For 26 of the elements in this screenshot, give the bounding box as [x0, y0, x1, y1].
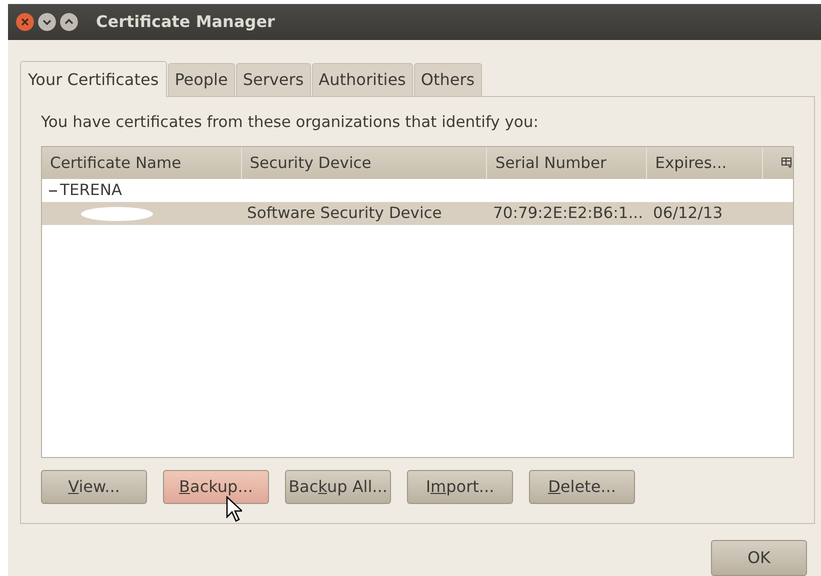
table-cell-text: 70:79:2E:E2:B6:1...	[492, 203, 644, 224]
mouse-cursor-icon	[226, 496, 242, 522]
tab[interactable]: People	[168, 63, 235, 96]
action-button[interactable]: Backup All...	[285, 470, 391, 504]
table-cell-text: 06/12/13	[652, 203, 724, 224]
ok-button[interactable]: OK	[711, 540, 807, 576]
intro-text: You have certificates from these organizations that identify you:	[41, 112, 540, 133]
column-header[interactable]: Serial Number	[487, 147, 648, 180]
group-name: TERENA	[60, 180, 122, 202]
column-header[interactable]: Expires...	[647, 147, 763, 180]
action-button[interactable]: Import...	[407, 470, 513, 504]
tab[interactable]: Others	[414, 63, 482, 96]
column-header[interactable]: Certificate Name	[42, 147, 242, 180]
minimize-icon[interactable]	[38, 13, 56, 31]
table-row[interactable]: Software Security Device 70:79:2E:E2:B6:1... 06/12/13	[42, 202, 793, 226]
action-button[interactable]: Delete...	[529, 470, 635, 504]
maximize-icon[interactable]	[60, 13, 78, 31]
tab[interactable]: Authorities	[312, 63, 413, 96]
close-icon[interactable]	[16, 13, 34, 31]
tab[interactable]: Servers	[236, 63, 311, 96]
action-button[interactable]: View...	[41, 470, 147, 504]
column-header[interactable]: Security Device	[242, 147, 488, 180]
action-button[interactable]: Backup...	[163, 470, 269, 504]
window-title: Certificate Manager	[96, 11, 275, 33]
tab[interactable]: Your Certificates	[20, 61, 167, 97]
table-cell-text: Software Security Device	[246, 203, 443, 224]
